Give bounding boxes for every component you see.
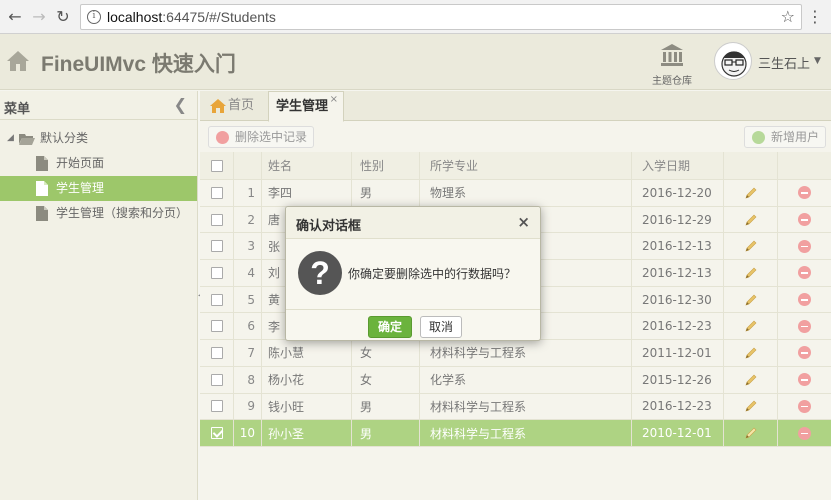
question-icon: ? bbox=[298, 251, 342, 295]
dialog-header: 确认对话框 × bbox=[286, 207, 540, 239]
confirm-ok-button[interactable]: 确定 bbox=[368, 316, 412, 338]
dialog-title: 确认对话框 bbox=[296, 219, 362, 234]
dialog-footer: 确定 取消 bbox=[286, 309, 540, 341]
confirm-dialog: 确认对话框 × ? 你确定要删除选中的行数据吗？ 确定 取消 bbox=[285, 206, 541, 341]
dialog-message: 你确定要删除选中的行数据吗？ bbox=[348, 267, 517, 281]
confirm-cancel-button[interactable]: 取消 bbox=[420, 316, 462, 338]
close-icon[interactable]: × bbox=[517, 213, 530, 231]
